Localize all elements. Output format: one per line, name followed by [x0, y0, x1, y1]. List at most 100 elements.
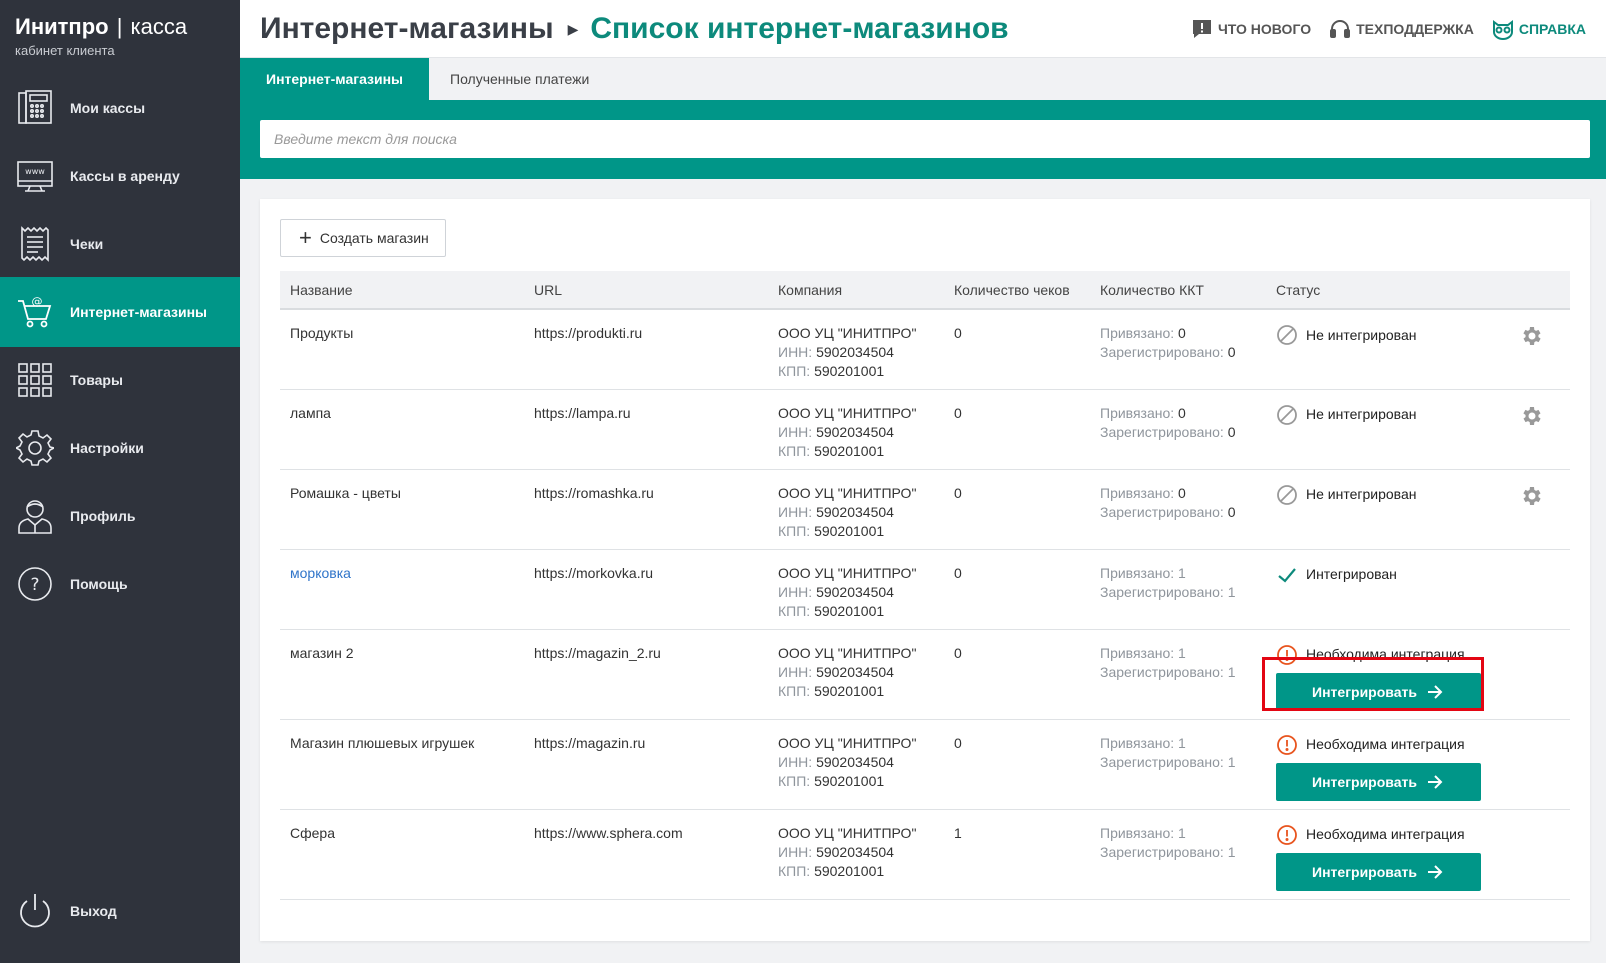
table-row[interactable]: магазин 2 https://magazin_2.ru ООО УЦ "И…	[280, 629, 1570, 720]
sidebar-item-label: Товары	[70, 372, 123, 388]
company-name: ООО УЦ "ИНИТПРО"	[778, 325, 917, 341]
support-link[interactable]: ТЕХПОДДЕРЖКА	[1329, 18, 1474, 40]
table-row[interactable]: Продукты https://produkti.ru ООО УЦ "ИНИ…	[280, 309, 1570, 390]
search-band	[240, 100, 1606, 179]
actions-cell	[1494, 549, 1570, 630]
svg-text:?: ?	[30, 575, 39, 595]
company-name: ООО УЦ "ИНИТПРО"	[778, 644, 917, 661]
status-text: Необходима интеграция	[1306, 826, 1465, 842]
store-status: Не интегрирован	[1266, 389, 1494, 470]
registered-label: Зарегистрировано:	[1100, 753, 1224, 770]
registered-value: 0	[1227, 344, 1236, 360]
sidebar-item-online-stores[interactable]: @ Интернет-магазины	[0, 277, 240, 347]
stores-card: + Создать магазин Название URL Компания …	[260, 199, 1590, 941]
registered-value: 1	[1227, 663, 1236, 680]
integrate-button[interactable]: Интегрировать	[1276, 762, 1481, 801]
brand-logo[interactable]: Инитпро | касса кабинет клиента	[15, 14, 187, 58]
sidebar-item-help[interactable]: ? Помощь	[0, 549, 240, 619]
header-links: ЧТО НОВОГО ТЕХПОДДЕРЖКА СПРАВКА	[1173, 18, 1586, 40]
integrate-button[interactable]: Интегрировать	[1276, 672, 1481, 711]
store-name: Сфера	[280, 809, 524, 900]
inn-label: ИНН:	[778, 753, 813, 770]
inn-value: 5902034504	[816, 753, 894, 770]
breadcrumb-item-stores[interactable]: Интернет-магазины	[260, 12, 554, 46]
power-icon	[16, 892, 54, 930]
table-row[interactable]: морковка https://morkovka.ru ООО УЦ "ИНИ…	[280, 549, 1570, 630]
status-text: Не интегрирован	[1306, 406, 1417, 422]
store-name-link[interactable]: морковка	[290, 565, 351, 581]
bound-label: Привязано:	[1100, 824, 1175, 841]
logout-button[interactable]: Выход	[0, 876, 240, 946]
sidebar-item-rent-registers[interactable]: www Кассы в аренду	[0, 141, 240, 211]
store-name-cell: морковка	[280, 549, 524, 630]
inn-label: ИНН:	[778, 843, 813, 860]
registered-label: Зарегистрировано:	[1100, 843, 1224, 860]
kpp-label: КПП:	[778, 682, 811, 699]
sidebar-item-label: Мои кассы	[70, 100, 146, 116]
inn-value: 5902034504	[816, 583, 894, 600]
search-input[interactable]	[260, 120, 1590, 158]
store-name: лампа	[280, 389, 524, 470]
sidebar-item-settings[interactable]: Настройки	[0, 413, 240, 483]
message-icon	[1192, 20, 1211, 38]
www-monitor-icon: www	[16, 157, 54, 195]
table-row[interactable]: Сфера https://www.sphera.com ООО УЦ "ИНИ…	[280, 809, 1570, 900]
sidebar-item-my-registers[interactable]: Мои кассы	[0, 73, 240, 143]
sidebar-item-receipts[interactable]: Чеки	[0, 209, 240, 279]
store-url: https://morkovka.ru	[524, 549, 768, 630]
table-row[interactable]: Магазин плюшевых игрушек https://magazin…	[280, 719, 1570, 810]
kpp-value: 590201001	[814, 602, 885, 619]
kkt-count: Привязано: 1 Зарегистрировано: 1	[1090, 809, 1266, 900]
actions-cell	[1494, 389, 1570, 470]
sidebar-item-goods[interactable]: Товары	[0, 345, 240, 415]
not-integrated-icon	[1277, 404, 1297, 425]
actions-cell	[1494, 809, 1570, 900]
column-header-company: Компания	[768, 271, 944, 310]
svg-text:@: @	[32, 295, 43, 308]
store-settings-gear-icon[interactable]	[1520, 484, 1544, 508]
create-store-button[interactable]: + Создать магазин	[280, 219, 446, 257]
registered-label: Зарегистрировано:	[1100, 663, 1224, 680]
status-text: Интегрирован	[1306, 566, 1397, 582]
grid-icon	[16, 361, 54, 399]
store-company: ООО УЦ "ИНИТПРО" ИНН: 5902034504 КПП: 59…	[768, 629, 944, 720]
registered-value: 1	[1227, 843, 1236, 860]
store-name: Продукты	[280, 309, 524, 390]
sidebar-item-label: Чеки	[70, 236, 104, 252]
registered-label: Зарегистрировано:	[1100, 503, 1224, 520]
store-url: https://produkti.ru	[524, 309, 768, 390]
bound-label: Привязано:	[1100, 564, 1175, 581]
registered-label: Зарегистрировано:	[1100, 583, 1224, 600]
bound-value: 0	[1178, 404, 1186, 421]
checks-count: 1	[944, 809, 1090, 900]
integrate-button[interactable]: Интегрировать	[1276, 852, 1481, 891]
headset-icon	[1330, 20, 1351, 38]
sidebar-item-profile[interactable]: Профиль	[0, 481, 240, 551]
tab-received-payments[interactable]: Полученные платежи	[424, 58, 615, 100]
bound-value: 0	[1178, 325, 1186, 341]
registered-label: Зарегистрировано:	[1100, 344, 1224, 360]
page-header: Интернет-магазины ▶ Список интернет-мага…	[240, 0, 1606, 58]
bound-value: 1	[1178, 564, 1186, 581]
kkt-count: Привязано: 0 Зарегистрировано: 0	[1090, 469, 1266, 550]
receipt-icon	[16, 225, 54, 263]
whats-new-link[interactable]: ЧТО НОВОГО	[1191, 18, 1311, 40]
owl-icon	[1492, 20, 1513, 40]
store-company: ООО УЦ "ИНИТПРО" ИНН: 5902034504 КПП: 59…	[768, 389, 944, 470]
checks-count: 0	[944, 719, 1090, 810]
store-settings-gear-icon[interactable]	[1520, 324, 1544, 348]
integrate-label: Интегрировать	[1312, 863, 1417, 880]
brand-product: касса	[130, 14, 188, 39]
sidebar-item-label: Профиль	[70, 508, 136, 524]
table-row[interactable]: Ромашка - цветы https://romashka.ru ООО …	[280, 469, 1570, 550]
registered-value: 1	[1227, 583, 1236, 600]
store-settings-gear-icon[interactable]	[1520, 404, 1544, 428]
tab-online-stores[interactable]: Интернет-магазины	[240, 58, 430, 100]
help-link[interactable]: СПРАВКА	[1492, 18, 1586, 40]
create-store-label: Создать магазин	[319, 230, 429, 246]
column-header-status: Статус	[1266, 271, 1494, 310]
table-row[interactable]: лампа https://lampa.ru ООО УЦ "ИНИТПРО" …	[280, 389, 1570, 470]
store-company: ООО УЦ "ИНИТПРО" ИНН: 5902034504 КПП: 59…	[768, 809, 944, 900]
whats-new-label: ЧТО НОВОГО	[1217, 21, 1312, 37]
kpp-label: КПП:	[778, 442, 811, 459]
